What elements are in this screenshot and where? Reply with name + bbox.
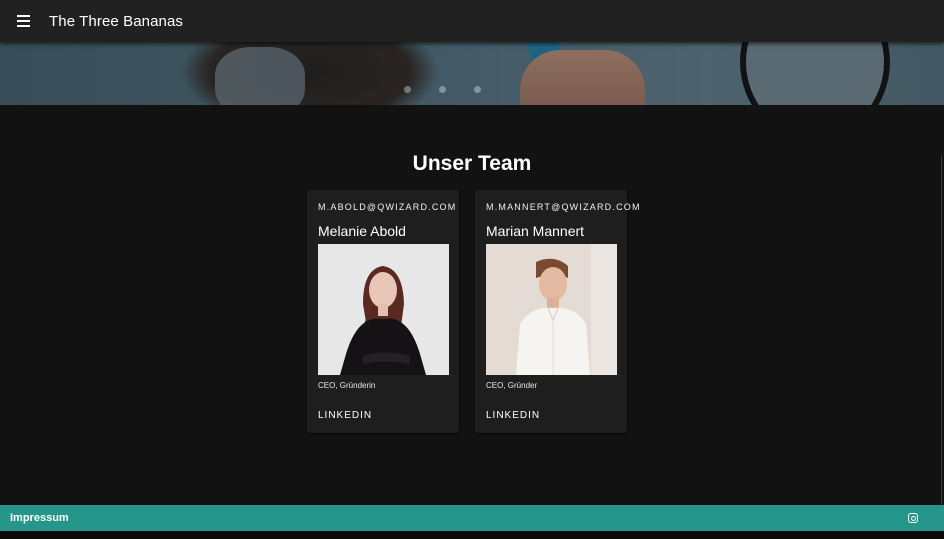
scrollbar[interactable] — [941, 155, 942, 505]
team-card: m.mannert@qwizard.com Marian Mannert CEO… — [475, 190, 639, 433]
member-email[interactable]: m.mannert@qwizard.com — [486, 202, 641, 212]
linkedin-button[interactable]: LINKEDIN — [486, 410, 540, 421]
carousel-dot[interactable] — [474, 86, 481, 93]
member-role: CEO, Gründer — [486, 381, 538, 390]
instagram-icon[interactable] — [908, 513, 918, 523]
carousel-indicators — [404, 86, 481, 93]
member-name: Melanie Abold — [318, 223, 406, 239]
bottom-strip — [0, 531, 944, 539]
carousel-dot[interactable] — [439, 86, 446, 93]
hero-carousel[interactable] — [0, 42, 944, 105]
team-card: m.abold@qwizard.com Melanie Abold CEO, G… — [307, 190, 459, 433]
section-title: Unser Team — [412, 152, 532, 175]
app-bar: The Three Bananas — [0, 0, 944, 42]
member-role: CEO, Gründerin — [318, 381, 376, 390]
impressum-link[interactable]: Impressum — [10, 512, 69, 524]
carousel-dot[interactable] — [404, 86, 411, 93]
member-photo — [486, 244, 617, 375]
footer: Impressum — [0, 505, 944, 531]
menu-icon[interactable] — [11, 9, 35, 33]
linkedin-button[interactable]: LINKEDIN — [318, 410, 372, 421]
member-name: Marian Mannert — [486, 223, 585, 239]
member-email[interactable]: m.abold@qwizard.com — [318, 202, 456, 212]
team-section: Unser Team m.abold@qwizard.com Melanie A… — [0, 105, 944, 505]
app-title: The Three Bananas — [49, 12, 184, 30]
member-photo — [318, 244, 449, 375]
